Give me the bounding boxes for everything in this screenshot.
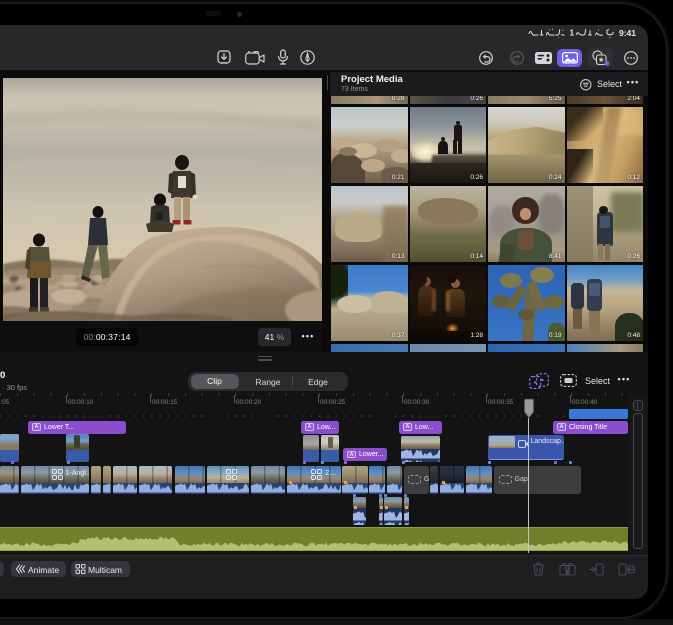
svg-text:1: 1 (570, 28, 575, 37)
